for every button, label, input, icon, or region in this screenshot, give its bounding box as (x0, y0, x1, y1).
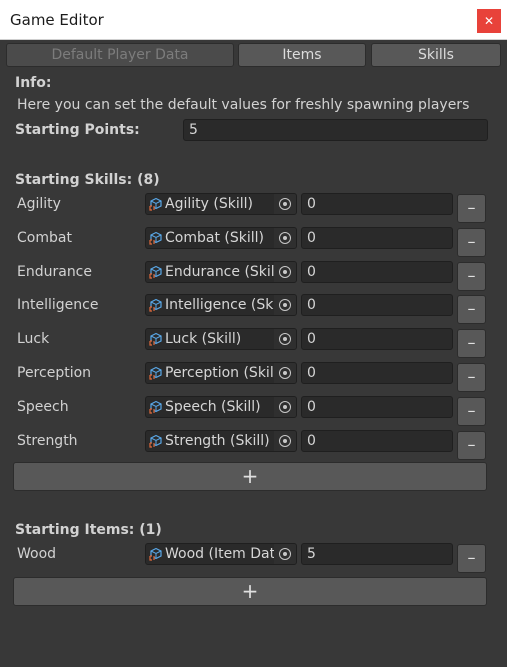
skill-object-field-combat[interactable]: Combat (Skill) (145, 226, 297, 249)
scriptable-object-icon (149, 434, 163, 448)
tab-default-player-data[interactable]: Default Player Data (6, 43, 234, 67)
info-text: Here you can set the default values for … (17, 97, 470, 113)
skill-label-luck: Luck (17, 331, 50, 348)
object-picker-icon[interactable] (274, 396, 296, 417)
skill-value-input-endurance[interactable]: 0 (301, 260, 453, 283)
starting-points-label: Starting Points: (15, 122, 140, 138)
remove-skill-button-combat[interactable]: – (457, 227, 486, 257)
remove-skill-button-luck[interactable]: – (457, 329, 486, 359)
object-picker-icon[interactable] (274, 363, 296, 383)
object-picker-icon[interactable] (274, 261, 296, 282)
starting-items-heading: Starting Items: (1) (15, 522, 162, 538)
scriptable-object-icon (149, 366, 163, 380)
skill-object-name: Luck (Skill) (165, 331, 242, 348)
item-object-name: Wood (Item Data) (165, 546, 275, 562)
tab-items[interactable]: Items (238, 43, 366, 67)
remove-skill-button-agility[interactable]: – (457, 194, 486, 223)
scriptable-object-icon (149, 231, 163, 245)
skill-object-field-perception[interactable]: Perception (Skill) (145, 362, 297, 384)
remove-item-button-wood[interactable]: – (457, 544, 486, 573)
scriptable-object-icon (149, 332, 163, 346)
skill-label-perception: Perception (17, 365, 92, 381)
skill-object-field-endurance[interactable]: Endurance (Skill) (145, 260, 297, 283)
add-skill-button[interactable]: + (13, 462, 487, 491)
scriptable-object-icon (149, 197, 163, 211)
item-value-input-wood[interactable]: 5 (301, 543, 453, 565)
skill-value-input-agility[interactable]: 0 (301, 193, 453, 215)
object-picker-icon[interactable] (274, 544, 296, 564)
object-picker-icon[interactable] (274, 295, 296, 316)
skill-object-field-speech[interactable]: Speech (Skill) (145, 395, 297, 418)
tab-skills[interactable]: Skills (371, 43, 501, 67)
window-titlebar: Game Editor ✕ (0, 0, 507, 40)
skill-value-input-strength[interactable]: 0 (301, 429, 453, 452)
remove-skill-button-strength[interactable]: – (457, 430, 486, 460)
skill-value-input-speech[interactable]: 0 (301, 395, 453, 418)
object-picker-icon[interactable] (274, 329, 296, 350)
object-picker-icon[interactable] (274, 194, 296, 214)
scriptable-object-icon (149, 298, 163, 312)
close-icon[interactable]: ✕ (477, 9, 501, 33)
remove-skill-button-endurance[interactable]: – (457, 261, 486, 291)
skill-value-input-luck[interactable]: 0 (301, 328, 453, 351)
object-picker-icon[interactable] (274, 227, 296, 248)
remove-skill-button-perception[interactable]: – (457, 363, 486, 392)
skill-value-input-combat[interactable]: 0 (301, 226, 453, 249)
skill-label-combat: Combat (17, 229, 72, 246)
skill-value-input-intelligence[interactable]: 0 (301, 294, 453, 317)
starting-skills-heading: Starting Skills: (8) (15, 172, 160, 188)
window-title: Game Editor (10, 11, 104, 29)
skill-object-name: Intelligence (Skill) (165, 297, 275, 314)
item-object-field-wood[interactable]: Wood (Item Data) (145, 543, 297, 565)
skill-label-agility: Agility (17, 196, 61, 212)
scriptable-object-icon (149, 400, 163, 414)
add-item-button[interactable]: + (13, 577, 487, 606)
remove-skill-button-intelligence[interactable]: – (457, 295, 486, 325)
skill-label-endurance: Endurance (17, 263, 92, 280)
skill-object-field-luck[interactable]: Luck (Skill) (145, 328, 297, 351)
scriptable-object-icon (149, 265, 163, 279)
skill-value-input-perception[interactable]: 0 (301, 362, 453, 384)
skill-object-name: Strength (Skill) (165, 432, 270, 449)
scriptable-object-icon (149, 547, 163, 561)
skill-label-strength: Strength (17, 432, 78, 449)
skill-object-field-agility[interactable]: Agility (Skill) (145, 193, 297, 215)
tab-bar: Default Player Data Items Skills (6, 43, 501, 67)
skill-object-name: Perception (Skill) (165, 365, 275, 381)
skill-label-intelligence: Intelligence (17, 297, 99, 314)
skill-object-name: Speech (Skill) (165, 398, 261, 415)
item-label-wood: Wood (17, 546, 57, 562)
skill-object-field-strength[interactable]: Strength (Skill) (145, 429, 297, 452)
starting-points-input[interactable]: 5 (183, 119, 488, 141)
skill-label-speech: Speech (17, 398, 69, 415)
skill-object-name: Combat (Skill) (165, 229, 264, 246)
skill-object-field-intelligence[interactable]: Intelligence (Skill) (145, 294, 297, 317)
skill-object-name: Agility (Skill) (165, 196, 253, 212)
skill-object-name: Endurance (Skill) (165, 263, 275, 280)
info-heading: Info: (15, 75, 52, 91)
object-picker-icon[interactable] (274, 430, 296, 451)
remove-skill-button-speech[interactable]: – (457, 396, 486, 426)
